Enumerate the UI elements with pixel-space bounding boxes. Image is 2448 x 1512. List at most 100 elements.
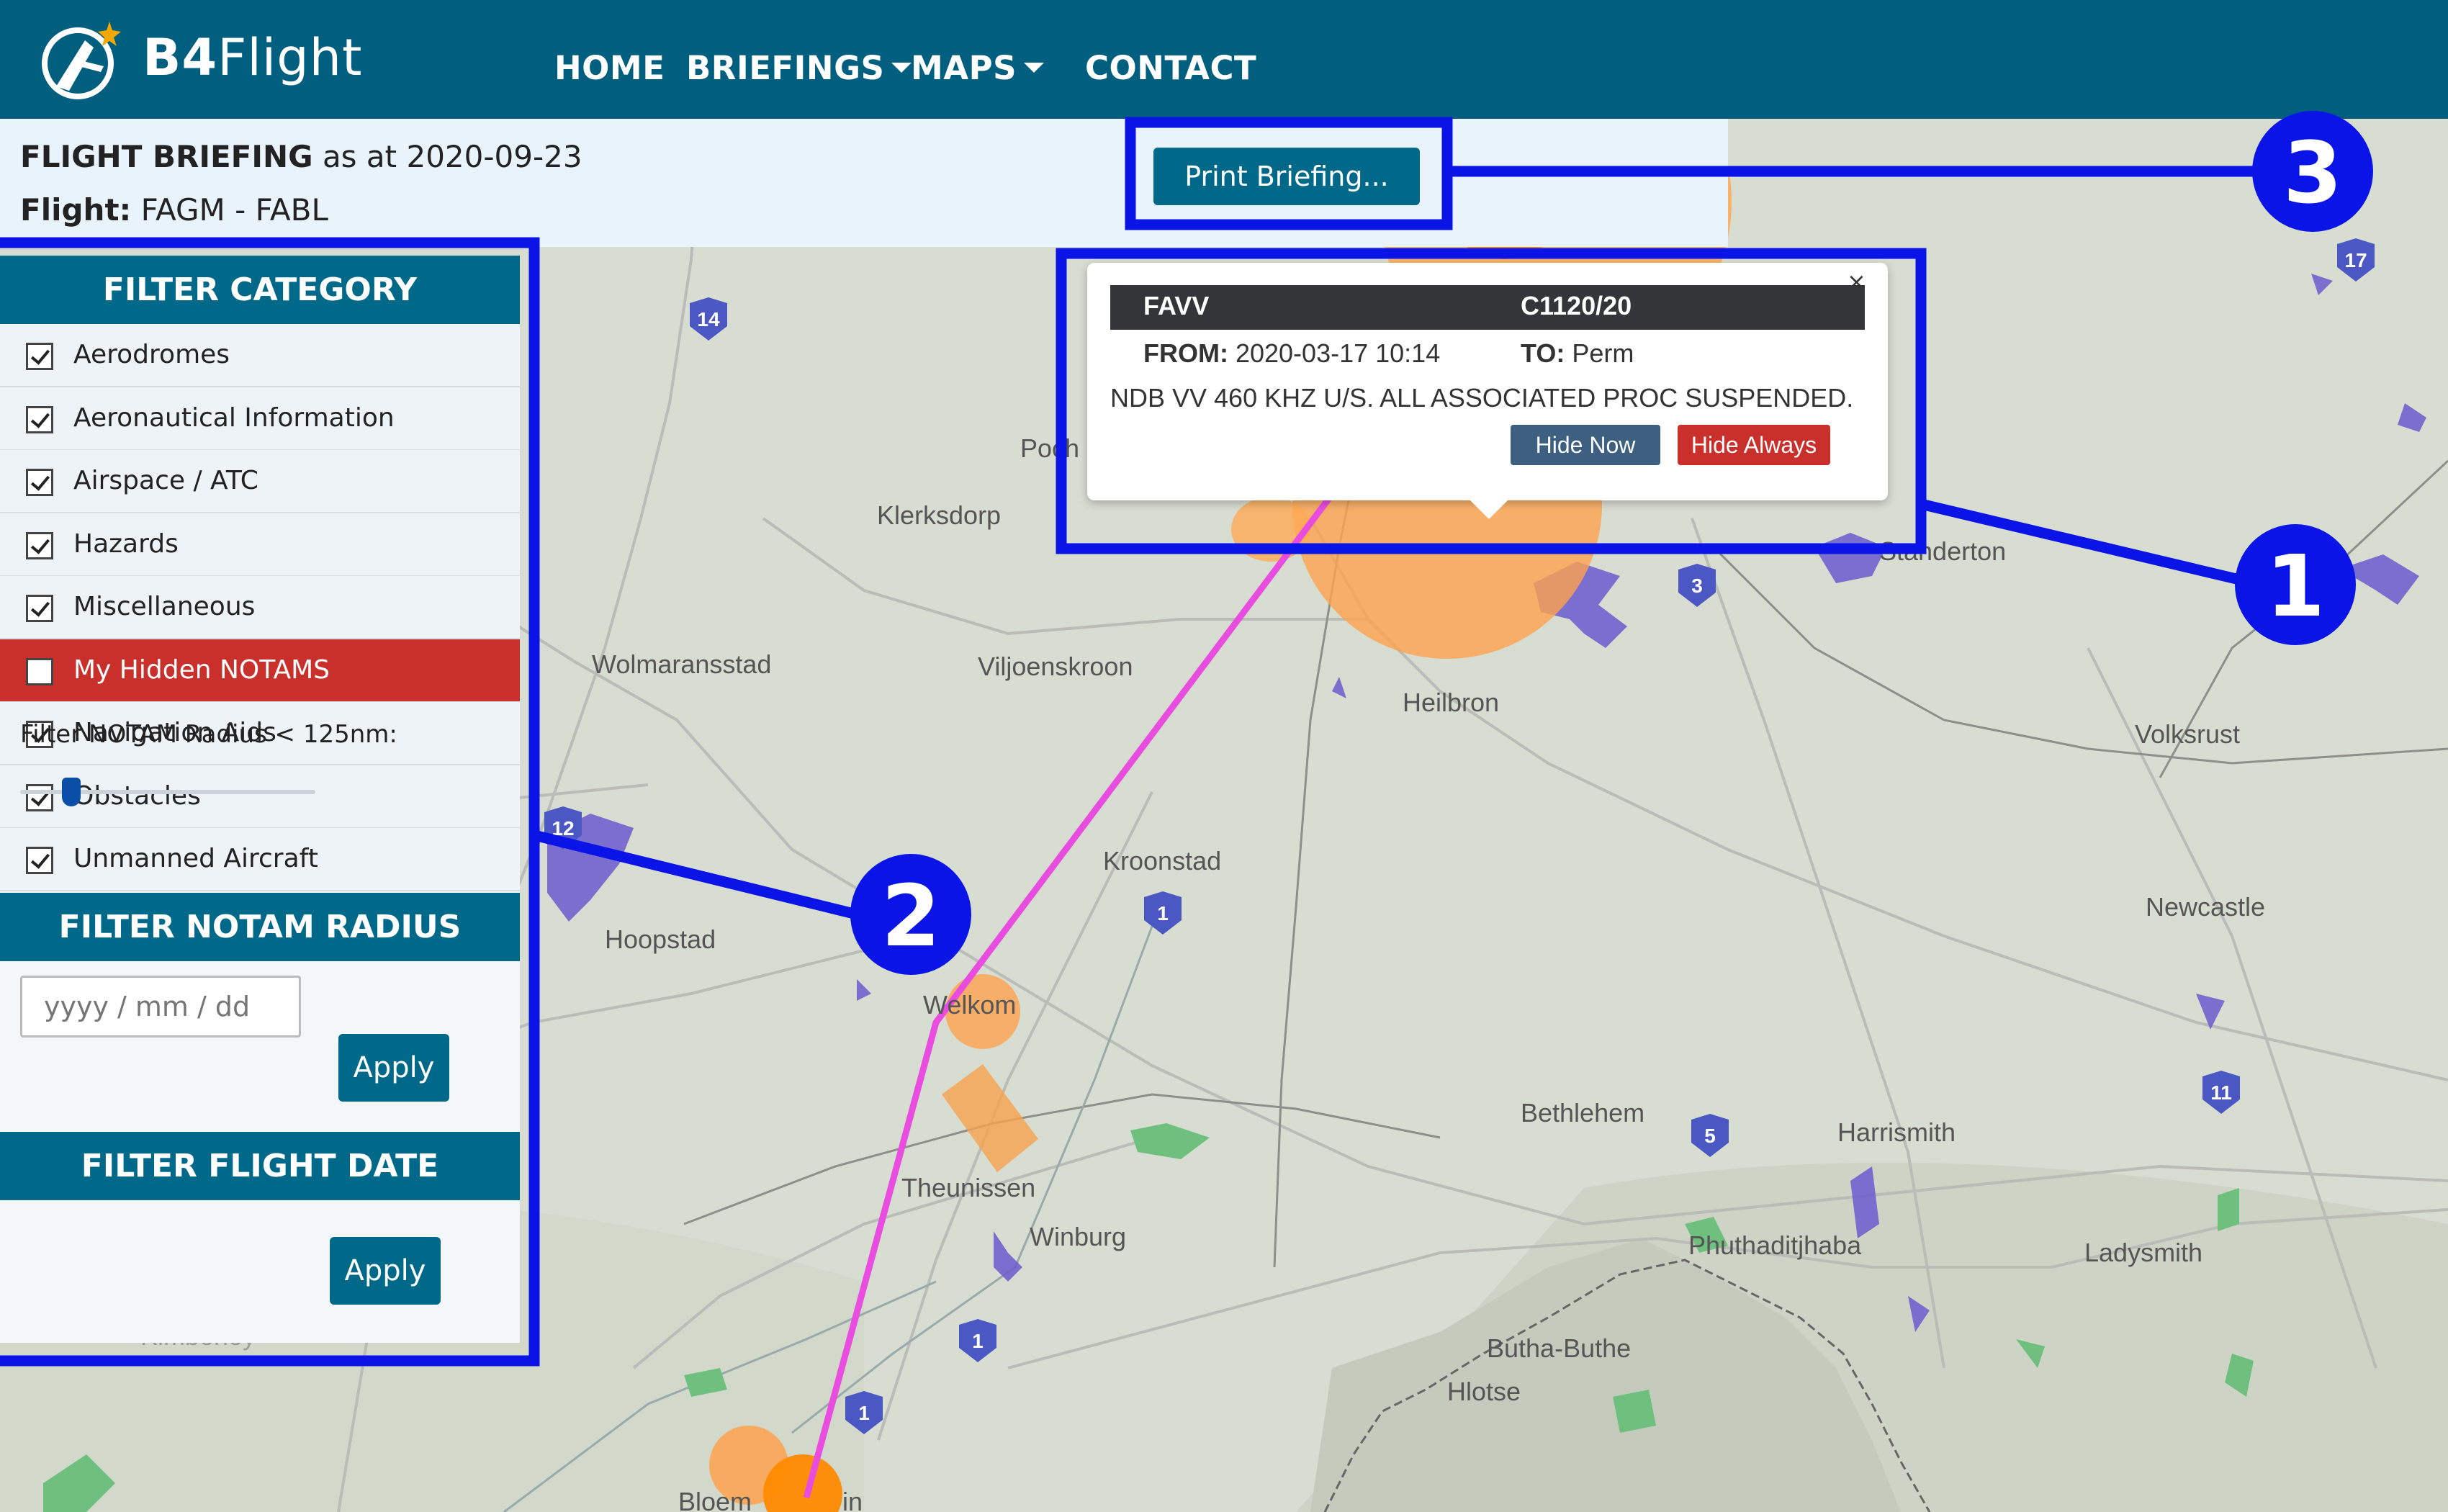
brand-rest: Flight [217, 28, 363, 87]
popup-from: FROM: 2020-03-17 10:14 [1143, 338, 1440, 369]
popup-message: NDB VV 460 KHZ U/S. ALL ASSOCIATED PROC … [1110, 383, 1854, 413]
apply-date-button[interactable]: Apply [330, 1237, 441, 1305]
map-place-label: Phuthaditjhaba [1688, 1230, 1862, 1260]
flight-value: FAGM - FABL [131, 192, 328, 228]
route-shield-number: 12 [552, 817, 574, 840]
checkmark-icon [30, 849, 50, 869]
map-place-label: Welkom [923, 990, 1016, 1020]
nav-maps-label: MAPS [911, 49, 1017, 87]
map-place-label: Hlotse [1447, 1377, 1521, 1406]
filter-category-label: My Hidden NOTAMS [73, 654, 330, 685]
nav-contact-label: CONTACT [1085, 49, 1257, 87]
filter-category-label: Miscellaneous [73, 592, 256, 621]
nav-home[interactable]: HOME [554, 45, 665, 92]
radius-slider-thumb[interactable] [61, 778, 81, 806]
nav-briefings-dropdown[interactable]: BRIEFINGS [686, 45, 912, 92]
brand-bold: B4 [143, 28, 218, 87]
filter-category-row[interactable]: Unmanned Aircraft [0, 828, 520, 891]
map-place-label: Ladysmith [2084, 1238, 2202, 1267]
checkmark-icon [30, 345, 50, 365]
popup-pointer [1469, 499, 1509, 519]
b4flight-logo-icon[interactable] [35, 16, 127, 104]
flight-date-input[interactable] [20, 976, 301, 1038]
chevron-down-icon [891, 63, 912, 73]
checkbox-checked[interactable] [26, 847, 53, 874]
route-shield-number: 1 [972, 1330, 984, 1352]
map-place-label: Bethlehem [1521, 1098, 1644, 1128]
map-place-label: Poch [1020, 433, 1079, 463]
filter-category-label: Aerodromes [73, 340, 230, 369]
print-briefing-button[interactable]: Print Briefing... [1153, 148, 1420, 205]
route-shield-number: 5 [1704, 1125, 1716, 1147]
checkmark-icon [30, 471, 50, 491]
map-place-label: Klerksdorp [877, 500, 1001, 530]
popup-to-label: TO: [1521, 338, 1565, 368]
checkbox-checked[interactable] [26, 595, 53, 622]
checkbox-checked[interactable] [26, 531, 53, 559]
filter-category-label: Hazards [73, 528, 179, 559]
map-place-label: Wolmaransstad [592, 649, 771, 679]
filter-radius-label: Filter NOTAM Radius < 125nm: [20, 720, 397, 749]
map-place-label: Theunissen [901, 1173, 1035, 1202]
flight-label: Flight: [20, 192, 132, 228]
route-shield-number: 1 [858, 1402, 870, 1424]
nav-briefings-label: BRIEFINGS [686, 49, 885, 87]
apply-radius-button[interactable]: Apply [338, 1034, 449, 1102]
nav-contact[interactable]: CONTACT [1085, 45, 1256, 92]
filter-category-row[interactable]: Aeronautical Information [0, 387, 520, 451]
filter-category-label: Obstacles [73, 780, 201, 811]
map-place-label: Harrismith [1837, 1117, 1956, 1147]
map-place-label: in [842, 1487, 863, 1512]
filter-category-label: Aeronautical Information [73, 402, 395, 433]
filter-category-header: FILTER CATEGORY [0, 256, 520, 324]
nav-maps-dropdown[interactable]: MAPS [911, 45, 1044, 92]
map-place-label: Winburg [1030, 1222, 1126, 1251]
checkbox-checked[interactable] [26, 405, 53, 433]
map-place-label: Butha-Buthe [1487, 1333, 1631, 1363]
map-place-label: Heilbron [1403, 688, 1499, 717]
top-navbar: B4Flight HOME BRIEFINGS MAPS CONTACT [0, 0, 2448, 119]
filter-category-label: Unmanned Aircraft [73, 844, 318, 873]
filter-date-header: FILTER FLIGHT DATE [0, 1132, 520, 1200]
nav-home-label: HOME [554, 49, 665, 87]
checkbox-unchecked[interactable] [26, 657, 53, 685]
checkmark-icon [30, 408, 50, 428]
hide-now-button[interactable]: Hide Now [1511, 425, 1660, 465]
briefing-date: as at 2020-09-23 [312, 139, 582, 174]
popup-from-label: FROM: [1143, 338, 1228, 368]
route-shield-number: 3 [1691, 575, 1703, 597]
popup-notam-id: C1120/20 [1521, 291, 1632, 320]
hide-always-button[interactable]: Hide Always [1678, 425, 1830, 465]
checkbox-checked[interactable] [26, 783, 53, 811]
filter-category-row[interactable]: Hazards [0, 513, 520, 577]
brand-name[interactable]: B4Flight [143, 26, 362, 89]
checkmark-icon [30, 534, 50, 554]
map-place-label: Hoopstad [605, 924, 716, 954]
filter-category-row[interactable]: Aerodromes [0, 324, 520, 387]
checkmark-icon [30, 597, 50, 617]
filter-category-row[interactable]: Miscellaneous [0, 576, 520, 639]
checkbox-checked[interactable] [26, 343, 53, 370]
briefing-title: FLIGHT BRIEFING as at 2020-09-23 [20, 137, 582, 177]
map-place-label: Standerton [1879, 536, 2006, 566]
route-shield-number: 17 [2344, 249, 2367, 271]
popup-to: TO: Perm [1521, 338, 1634, 369]
popup-to-value: Perm [1565, 338, 1634, 368]
filter-category-row[interactable]: Airspace / ATC [0, 450, 520, 513]
filter-category-row[interactable]: My Hidden NOTAMS [0, 639, 520, 703]
popup-header [1110, 285, 1865, 330]
route-shield-number: 1 [1157, 902, 1169, 924]
briefing-flight: Flight: FAGM - FABL [20, 190, 328, 230]
filter-radius-header: FILTER NOTAM RADIUS [0, 893, 520, 961]
map-place-label: Kroonstad [1103, 846, 1221, 876]
route-shield-number: 14 [697, 308, 720, 330]
filter-category-label: Airspace / ATC [73, 466, 258, 495]
chevron-down-icon [1024, 63, 1044, 73]
popup-station: FAVV [1143, 291, 1210, 320]
map-place-label: Volksrust [2135, 719, 2240, 749]
map-place-label: Newcastle [2146, 892, 2265, 922]
checkbox-checked[interactable] [26, 469, 53, 496]
briefing-title-bold: FLIGHT BRIEFING [20, 139, 313, 174]
checkmark-icon [30, 786, 50, 806]
map-place-label: Viljoenskroon [978, 652, 1133, 681]
